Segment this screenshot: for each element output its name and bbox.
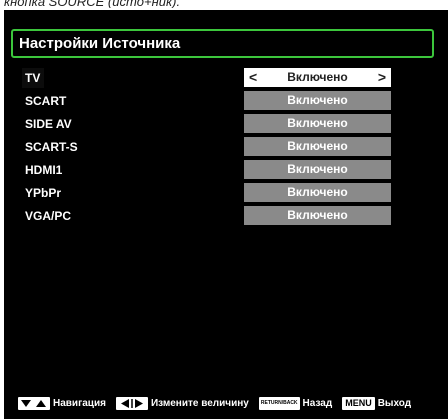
source-row-label: TV: [22, 68, 45, 88]
source-row-label: SCART: [22, 91, 71, 111]
footer-change: Измените величину: [115, 396, 249, 410]
footer-exit: MENU Выход: [342, 396, 412, 410]
help-footer: Навигация Измените величину RETURN/BACK …: [18, 395, 411, 411]
menu-key-icon: MENU: [342, 396, 375, 410]
source-row-side-av[interactable]: SIDE AV Включено: [4, 114, 448, 134]
footer-exit-label: Выход: [377, 397, 412, 409]
source-row-scart-s[interactable]: SCART-S Включено: [4, 137, 448, 157]
page-caption: кнопка SOURCE (истo+ник).: [4, 0, 181, 8]
tv-osd-screen: Настройки Источника TV < Включено > SCAR…: [4, 10, 448, 419]
return-back-key-icon: RETURN/BACK: [258, 396, 300, 410]
chevron-right-icon[interactable]: >: [378, 68, 386, 87]
source-value-text: Включено: [287, 70, 348, 84]
source-value-selector[interactable]: Включено: [244, 160, 391, 179]
source-row-vga-pc[interactable]: VGA/PC Включено: [4, 206, 448, 226]
footer-back-label: Назад: [302, 397, 333, 409]
source-row-label: SIDE AV: [22, 114, 76, 134]
footer-navigate: Навигация: [18, 396, 106, 410]
source-value-selector[interactable]: Включено: [244, 183, 391, 202]
source-row-scart[interactable]: SCART Включено: [4, 91, 448, 111]
footer-navigate-label: Навигация: [53, 397, 106, 409]
source-row-ypbpr[interactable]: YPbPr Включено: [4, 183, 448, 203]
chevron-left-icon[interactable]: <: [249, 68, 257, 87]
up-down-nav-icon: [18, 396, 50, 410]
source-value-selector[interactable]: Включено: [244, 114, 391, 133]
source-row-hdmi1[interactable]: HDMI1 Включено: [4, 160, 448, 180]
source-value-selector[interactable]: Включено: [244, 206, 391, 225]
left-right-change-icon: [115, 396, 148, 410]
source-row-label: HDMI1: [22, 160, 67, 180]
footer-back: RETURN/BACK Назад: [258, 396, 333, 410]
source-row-label: VGA/PC: [22, 206, 76, 226]
source-value-selector[interactable]: Включено: [244, 91, 391, 110]
source-row-label: YPbPr: [22, 183, 66, 203]
source-value-selector[interactable]: Включено: [244, 137, 391, 156]
menu-title: Настройки Источника: [11, 29, 434, 58]
source-row-tv[interactable]: TV < Включено >: [4, 68, 448, 88]
source-row-label: SCART-S: [22, 137, 82, 157]
footer-change-label: Измените величину: [150, 397, 249, 409]
source-value-selector[interactable]: < Включено >: [244, 68, 391, 87]
